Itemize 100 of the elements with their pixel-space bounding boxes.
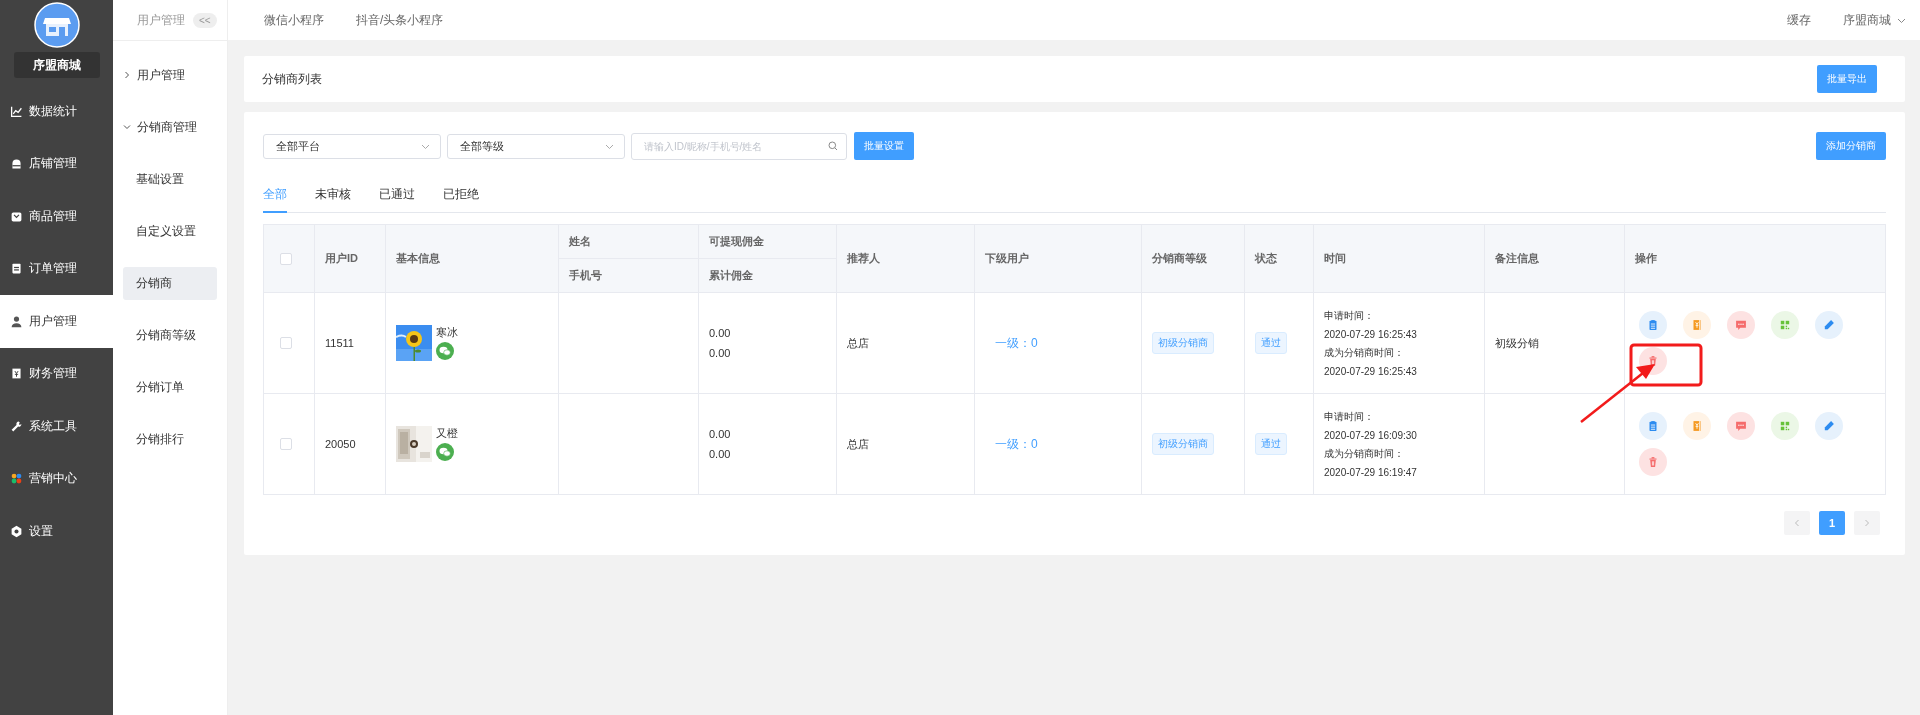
pencil-icon (1822, 419, 1836, 433)
submenu-item[interactable]: 分销排行 (123, 422, 217, 456)
withdrawable-amount: 0.00 (709, 428, 732, 440)
chart-icon (10, 104, 23, 118)
clipboard-button[interactable] (1639, 412, 1667, 440)
nav-item[interactable]: 财务管理 (0, 347, 113, 400)
nav-item[interactable]: 商品管理 (0, 190, 113, 243)
submenu-item[interactable]: 分销商等级 (123, 318, 217, 352)
box-icon (10, 209, 23, 223)
withdrawable-amount: 0.00 (709, 327, 732, 339)
nickname: 寒冰 (436, 325, 458, 340)
chevron-right-icon (1863, 519, 1871, 527)
shop-icon (10, 157, 23, 171)
nav-item[interactable]: 数据统计 (0, 85, 113, 138)
dots-icon (10, 472, 23, 486)
chevron-left-icon (1793, 519, 1801, 527)
qr-code-button[interactable] (1771, 412, 1799, 440)
chat-icon (1734, 419, 1748, 433)
nav-item[interactable]: 系统工具 (0, 400, 113, 453)
filter-tab[interactable]: 未审核 (315, 180, 351, 213)
submenu-item[interactable]: 基础设置 (123, 162, 217, 196)
ledger-button[interactable] (1683, 311, 1711, 339)
submenu-item[interactable]: 分销订单 (123, 370, 217, 404)
qr-code-icon (1778, 318, 1792, 332)
column-header: 时间 (1324, 252, 1346, 264)
column-header: 状态 (1255, 252, 1277, 264)
referrer: 总店 (847, 336, 869, 349)
shop-name: 序盟商城 (13, 52, 100, 78)
chevron-icon (123, 71, 131, 79)
user-icon (10, 314, 23, 328)
column-header: 基本信息 (396, 252, 440, 264)
user-id: 20050 (325, 438, 356, 450)
platform-select[interactable]: 全部平台 (263, 133, 441, 159)
submenu-item[interactable]: 分销商 (123, 266, 217, 300)
column-header: 姓名 (569, 235, 591, 247)
store-logo (33, 2, 80, 48)
referrer: 总店 (847, 437, 869, 450)
wechat-icon (436, 342, 454, 360)
status-tag: 通过 (1255, 433, 1287, 455)
note: 初级分销 (1495, 336, 1539, 349)
column-header: 下级用户 (985, 252, 1029, 264)
apply-time: 2020-07-29 16:25:43 (1324, 329, 1418, 340)
time-label: 申请时间： (1324, 309, 1375, 323)
nickname: 又橙 (436, 426, 458, 441)
become-time: 2020-07-29 16:19:47 (1324, 467, 1418, 478)
section-title: 用户管理 (137, 11, 185, 29)
trash-button[interactable] (1639, 448, 1667, 476)
wrench-icon (10, 419, 23, 433)
nav-item[interactable]: 设置 (0, 505, 113, 558)
search-icon (828, 140, 838, 151)
become-time: 2020-07-29 16:25:43 (1324, 366, 1418, 377)
row-checkbox[interactable] (280, 438, 292, 450)
submenu-group[interactable]: 用户管理 (113, 49, 227, 101)
platform-tab[interactable]: 抖音/头条小程序 (356, 11, 444, 29)
submenu-item[interactable]: 自定义设置 (123, 214, 217, 248)
nav-item[interactable]: 用户管理 (0, 295, 113, 348)
filter-tab[interactable]: 已拒绝 (443, 180, 479, 213)
nav-item[interactable]: 订单管理 (0, 242, 113, 295)
nav-item[interactable]: 营销中心 (0, 452, 113, 505)
platform-tab[interactable]: 微信小程序 (264, 11, 324, 29)
column-header: 手机号 (569, 269, 602, 281)
user-id: 11511 (325, 337, 354, 349)
chat-icon (1734, 318, 1748, 332)
account-menu[interactable]: 序盟商城 (1843, 11, 1906, 29)
column-header: 推荐人 (847, 252, 880, 264)
column-header: 操作 (1635, 252, 1657, 264)
level-tag: 初级分销商 (1152, 332, 1214, 354)
column-header: 用户ID (325, 252, 358, 264)
time-label: 成为分销商时间： (1324, 447, 1405, 461)
status-tag: 通过 (1255, 332, 1287, 354)
pencil-icon (1822, 318, 1836, 332)
chevron-icon (123, 123, 131, 131)
time-label: 申请时间： (1324, 410, 1375, 424)
wechat-icon (436, 443, 454, 461)
submenu-group[interactable]: 分销商管理 (113, 101, 227, 153)
column-header: 累计佣金 (709, 269, 753, 281)
pencil-button[interactable] (1815, 412, 1843, 440)
column-header: 备注信息 (1495, 252, 1539, 264)
pencil-button[interactable] (1815, 311, 1843, 339)
time-label: 成为分销商时间： (1324, 346, 1405, 360)
apply-time: 2020-07-29 16:09:30 (1324, 430, 1418, 441)
qr-code-button[interactable] (1771, 311, 1799, 339)
total-commission: 0.00 (709, 347, 732, 359)
clipboard-button[interactable] (1639, 311, 1667, 339)
chat-button[interactable] (1727, 311, 1755, 339)
column-header: 可提现佣金 (709, 235, 764, 247)
total-commission: 0.00 (709, 448, 732, 460)
ledger-button[interactable] (1683, 412, 1711, 440)
filter-tab[interactable]: 已通过 (379, 180, 415, 213)
row-checkbox[interactable] (280, 337, 292, 349)
chat-button[interactable] (1727, 412, 1755, 440)
nav-item[interactable]: 店铺管理 (0, 137, 113, 190)
select-all-checkbox[interactable] (280, 252, 292, 265)
receipt-icon (10, 367, 23, 381)
qr-code-icon (1778, 419, 1792, 433)
cache-link[interactable]: 缓存 (1787, 11, 1811, 29)
clipboard-icon (10, 262, 23, 276)
page-title: 分销商列表 (262, 70, 322, 88)
level-select[interactable]: 全部等级 (447, 133, 625, 159)
settings-icon (10, 524, 23, 538)
